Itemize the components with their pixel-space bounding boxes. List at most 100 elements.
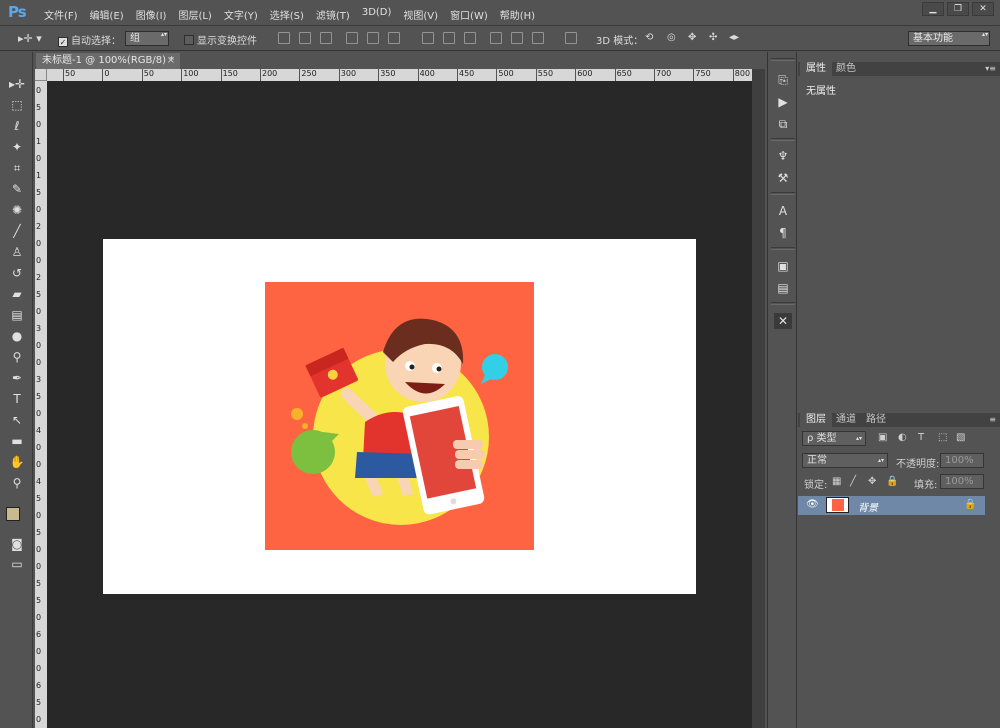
auto-align-layers-icon[interactable] (565, 32, 577, 44)
tab-properties[interactable]: 属性 (800, 62, 832, 76)
pixel-layer-filter-icon[interactable]: ▣ (878, 432, 887, 443)
tool-presets-panel-icon[interactable]: ⚒ (774, 170, 792, 186)
lock-image-pixels-icon[interactable]: ╱ (850, 476, 856, 487)
clone-stamp-tool-icon[interactable]: ♙ (8, 244, 26, 260)
menu-layer[interactable]: 图层(L) (172, 7, 217, 22)
rectangle-tool-icon[interactable]: ▬ (8, 433, 26, 449)
menu-help[interactable]: 帮助(H) (494, 7, 541, 22)
minimize-button[interactable]: ▁ (922, 2, 944, 16)
layer-comps-panel-icon[interactable]: ⧉ (774, 116, 792, 132)
tab-channels[interactable]: 通道 (830, 413, 862, 427)
distribute-vertical-centers-icon[interactable] (443, 32, 455, 44)
gradient-tool-icon[interactable]: ▤ (8, 307, 26, 323)
menu-select[interactable]: 选择(S) (264, 7, 310, 22)
move-tool-preset-icon[interactable]: ▸✛ ▾ (18, 32, 42, 45)
auto-select-checkbox[interactable]: ✓ 自动选择： (58, 32, 121, 47)
auto-select-dropdown[interactable]: 组 (125, 31, 169, 46)
lock-all-icon[interactable]: 🔒 (886, 476, 898, 487)
restore-button[interactable]: ❐ (947, 2, 969, 16)
distribute-bottom-icon[interactable] (464, 32, 476, 44)
hand-tool-icon[interactable]: ✋ (8, 454, 26, 470)
fill-input[interactable]: 100% (940, 474, 984, 489)
document-tab[interactable]: 未标题-1 @ 100%(RGB/8) * × (36, 53, 180, 69)
close-tab-icon[interactable]: × (167, 53, 175, 68)
menu-3d[interactable]: 3D(D) (356, 7, 398, 22)
tab-color[interactable]: 颜色 (830, 62, 862, 76)
blur-tool-icon[interactable]: ● (8, 328, 26, 344)
healing-brush-tool-icon[interactable]: ✺ (8, 202, 26, 218)
workspace-dropdown[interactable]: 基本功能 (908, 31, 990, 46)
3d-drag-icon[interactable]: ✥ (688, 32, 696, 43)
3d-scale-icon[interactable]: ◂▸ (729, 32, 739, 43)
distribute-right-icon[interactable] (532, 32, 544, 44)
canvas-area[interactable] (47, 81, 752, 728)
canvas-vertical-scrollbar[interactable] (752, 69, 765, 728)
brush-presets-panel-icon[interactable]: ♆ (774, 148, 792, 164)
lock-position-icon[interactable]: ✥ (868, 476, 876, 487)
align-bottom-edges-icon[interactable] (320, 32, 332, 44)
menu-type[interactable]: 文字(Y) (218, 7, 264, 22)
ruler-origin[interactable] (35, 69, 47, 81)
zoom-tool-icon[interactable]: ⚲ (8, 475, 26, 491)
menu-edit[interactable]: 编辑(E) (84, 7, 130, 22)
opacity-input[interactable]: 100% (940, 453, 984, 468)
menu-filter[interactable]: 滤镜(T) (310, 7, 356, 22)
info-panel-icon[interactable]: ▣ (774, 258, 792, 274)
foreground-color-swatch[interactable] (6, 507, 20, 521)
type-tool-icon[interactable]: T (8, 391, 26, 407)
document-canvas[interactable] (103, 239, 696, 594)
menu-view[interactable]: 视图(V) (397, 7, 444, 22)
distribute-horizontal-centers-icon[interactable] (511, 32, 523, 44)
layers-panel-menu-icon[interactable]: ≡ (989, 415, 996, 424)
eye-visibility-icon[interactable]: 👁 (806, 499, 819, 510)
menu-image[interactable]: 图像(I) (130, 7, 173, 22)
align-vertical-centers-icon[interactable] (299, 32, 311, 44)
path-selection-tool-icon[interactable]: ↖ (8, 412, 26, 428)
lasso-tool-icon[interactable]: ℓ (8, 118, 26, 134)
align-right-edges-icon[interactable] (388, 32, 400, 44)
brush-tool-icon[interactable]: ╱ (8, 223, 26, 239)
tools-crossed-icon[interactable]: ✕ (774, 313, 792, 329)
align-horizontal-centers-icon[interactable] (367, 32, 379, 44)
3d-slide-icon[interactable]: ✣ (709, 32, 717, 43)
layer-lock-icon[interactable]: 🔒 (964, 499, 976, 510)
pen-tool-icon[interactable]: ✒ (8, 370, 26, 386)
smart-object-filter-icon[interactable]: ▧ (956, 432, 965, 443)
crop-tool-icon[interactable]: ⌗ (8, 160, 26, 176)
menu-window[interactable]: 窗口(W) (444, 7, 494, 22)
tab-layers[interactable]: 图层 (800, 413, 832, 427)
notes-panel-icon[interactable]: ▤ (774, 280, 792, 296)
vertical-ruler[interactable]: 0 5 0 1 0 1 5 0 2 0 0 2 5 0 3 0 0 3 5 0 4 0 0 4 5 0 5 0 0 5 5 0 6 0 0 6 5 0 (35, 81, 47, 728)
lock-transparent-pixels-icon[interactable]: ▦ (832, 476, 841, 487)
align-top-edges-icon[interactable] (278, 32, 290, 44)
screen-mode-icon[interactable]: ▭ (8, 556, 26, 572)
show-transform-checkbox[interactable]: 显示变换控件 (184, 32, 257, 47)
blend-mode-dropdown[interactable]: 正常 ▴▾ (802, 453, 888, 468)
marquee-tool-icon[interactable]: ⬚ (8, 97, 26, 113)
panel-menu-icon[interactable]: ▾≡ (985, 64, 996, 73)
dodge-tool-icon[interactable]: ⚲ (8, 349, 26, 365)
3d-roll-icon[interactable]: ◎ (667, 32, 676, 43)
magic-wand-tool-icon[interactable]: ✦ (8, 139, 26, 155)
3d-rotate-icon[interactable]: ⟲ (645, 32, 653, 43)
layer-filter-dropdown[interactable]: ρ 类型 ▴▾ (802, 431, 866, 446)
adjustment-layer-filter-icon[interactable]: ◐ (898, 432, 907, 443)
quick-mask-icon[interactable]: ◙ (8, 536, 26, 552)
align-left-edges-icon[interactable] (346, 32, 358, 44)
distribute-top-icon[interactable] (422, 32, 434, 44)
horizontal-ruler[interactable]: 50 0 50 100 150 200 250 300 350 400 450 500 550 600 65… (47, 69, 752, 81)
eyedropper-tool-icon[interactable]: ✎ (8, 181, 26, 197)
actions-panel-icon[interactable]: ▶ (774, 94, 792, 110)
menu-file[interactable]: 文件(F) (38, 7, 84, 22)
distribute-left-icon[interactable] (490, 32, 502, 44)
eraser-tool-icon[interactable]: ▰ (8, 286, 26, 302)
move-tool-icon[interactable]: ▸✛ (8, 76, 26, 92)
history-panel-icon[interactable]: ⎘ (774, 72, 792, 88)
shape-layer-filter-icon[interactable]: ⬚ (938, 432, 947, 443)
history-brush-tool-icon[interactable]: ↺ (8, 265, 26, 281)
layer-row-background[interactable]: 👁 背景 🔒 (798, 496, 985, 515)
character-panel-icon[interactable]: A (774, 203, 792, 219)
tab-paths[interactable]: 路径 (860, 413, 892, 427)
type-layer-filter-icon[interactable]: T (918, 432, 924, 443)
paragraph-panel-icon[interactable]: ¶ (774, 225, 792, 241)
